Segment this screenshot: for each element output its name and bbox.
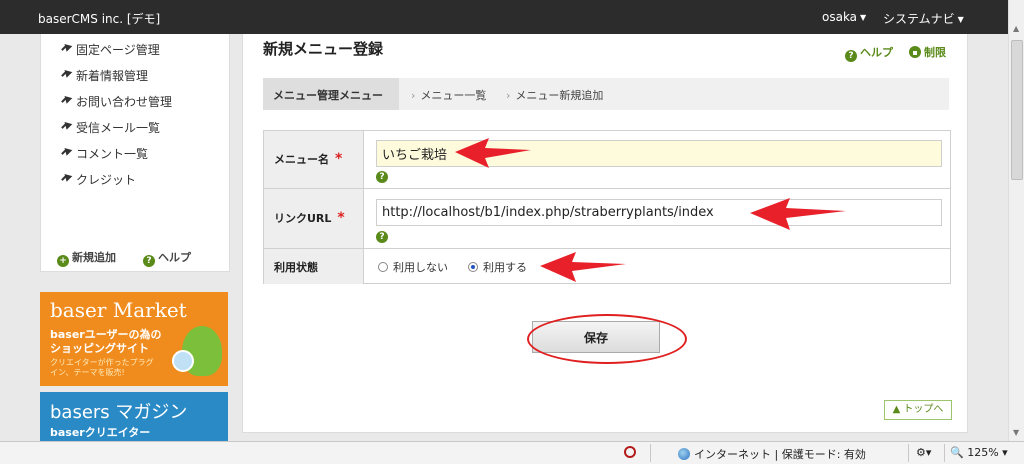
- sidebar-item-label: クレジット: [76, 173, 137, 187]
- sidebar: 固定ページ管理 新着情報管理 お問い合わせ管理 受信メール一覧 コメント一覧 ク…: [40, 34, 230, 272]
- sidebar-item-pages[interactable]: 固定ページ管理: [76, 41, 160, 58]
- menu-bar-title: メニュー管理メニュー: [263, 78, 399, 110]
- required-mark: *: [337, 210, 345, 226]
- banner-title: baser Market: [50, 298, 187, 322]
- system-nav-label: システムナビ: [883, 12, 955, 26]
- status-option-label: 利用しない: [393, 261, 448, 274]
- site-name-link[interactable]: baserCMS inc. [デモ]: [38, 10, 160, 27]
- scroll-up-icon[interactable]: ▲: [1013, 24, 1019, 33]
- name-label: メニュー名: [274, 153, 329, 166]
- zoom-level: 125%: [967, 446, 999, 459]
- baser-market-banner[interactable]: baser Market baserユーザーの為の ショッピングサイト クリエイ…: [40, 292, 228, 386]
- arrow-icon: [61, 94, 71, 104]
- browser-status-bar: インターネット | 保護モード: 有効 ⚙▾ 🔍 125% ▾: [0, 441, 1024, 464]
- save-button[interactable]: 保存: [532, 321, 660, 353]
- sidebar-item-label: 固定ページ管理: [76, 43, 160, 57]
- form-row-name: メニュー名 * ?: [264, 131, 950, 189]
- zoom-icon: 🔍: [950, 446, 964, 459]
- banner-line: baserクリエイター: [50, 426, 151, 439]
- menu-form-table: メニュー名 * ? リンクURL * ? 利用状態 利用しない 利用する: [263, 130, 951, 284]
- question-icon: ?: [845, 50, 857, 62]
- scrollbar-thumb[interactable]: [1011, 40, 1023, 180]
- arrow-icon: [61, 68, 71, 78]
- sidebar-item-comments[interactable]: コメント一覧: [76, 145, 148, 162]
- menu-add-link[interactable]: メニュー新規追加: [506, 87, 603, 103]
- menu-list-link[interactable]: メニュー一覧: [411, 87, 486, 103]
- arrow-icon: [61, 120, 71, 130]
- form-label-cell: リンクURL *: [264, 189, 364, 248]
- sidebar-item-label: お問い合わせ管理: [76, 95, 173, 109]
- globe-icon: [678, 448, 690, 460]
- user-name: osaka: [822, 10, 858, 24]
- menu-name-input[interactable]: [376, 140, 942, 167]
- help-link[interactable]: ? ヘルプ: [845, 44, 893, 62]
- restrict-label: 制限: [924, 46, 946, 59]
- settings-icon[interactable]: ⚙▾: [916, 446, 931, 459]
- form-label-cell: 利用状態: [264, 249, 364, 284]
- orb-icon: [172, 350, 194, 372]
- banner-title: basers マガジン: [50, 402, 188, 423]
- form-label-cell: メニュー名 *: [264, 131, 364, 188]
- help-label: ヘルプ: [860, 46, 893, 59]
- sidebar-item-mails[interactable]: 受信メール一覧: [76, 119, 160, 136]
- banner-line: ショッピングサイト: [50, 342, 149, 355]
- system-nav-menu[interactable]: システムナビ ▼: [883, 10, 964, 27]
- to-top-link[interactable]: ▲ トップへ: [884, 400, 952, 420]
- main-panel: 新規メニュー登録 ?ヘルプ 制限 メニュー管理メニュー メニュー一覧 メニュー新…: [242, 34, 968, 433]
- sidebar-item-label: コメント一覧: [76, 147, 149, 161]
- question-icon: ?: [143, 255, 155, 267]
- scroll-down-icon[interactable]: ▼: [1013, 428, 1019, 437]
- question-icon[interactable]: ?: [376, 171, 388, 183]
- restrict-link[interactable]: 制限: [909, 44, 946, 60]
- sidebar-help-label: ヘルプ: [158, 251, 191, 264]
- arrow-icon: [61, 172, 71, 182]
- arrow-icon: [61, 42, 71, 52]
- sidebar-item-news[interactable]: 新着情報管理: [76, 67, 148, 84]
- status-option-enabled[interactable]: 利用する: [468, 259, 527, 275]
- vertical-scrollbar[interactable]: ▲ ▼: [1008, 0, 1024, 441]
- plus-icon: +: [57, 255, 69, 267]
- lock-icon: [909, 46, 921, 58]
- status-divider: [650, 444, 651, 462]
- sidebar-add-link[interactable]: + 新規追加: [57, 249, 116, 267]
- status-label: 利用状態: [274, 261, 318, 274]
- url-label: リンクURL: [274, 212, 332, 225]
- status-option-disabled[interactable]: 利用しない: [378, 259, 448, 275]
- caret-down-icon: ▼: [957, 15, 964, 24]
- zone-indicator: インターネット | 保護モード: 有効: [678, 446, 866, 462]
- form-row-status: 利用状態 利用しない 利用する: [264, 249, 950, 284]
- zone-text: インターネット | 保護モード: 有効: [694, 448, 866, 461]
- caret-down-icon: ▼: [860, 13, 867, 22]
- status-divider: [908, 444, 909, 462]
- sidebar-item-label: 受信メール一覧: [76, 121, 161, 135]
- status-divider: [944, 444, 945, 462]
- top-bar: baserCMS inc. [デモ] osaka ▼ システムナビ ▼: [0, 0, 1008, 34]
- sidebar-add-label: 新規追加: [72, 251, 116, 264]
- radio-checked-icon: [468, 262, 478, 272]
- radio-unchecked-icon: [378, 262, 388, 272]
- security-shield-icon[interactable]: [624, 446, 636, 459]
- user-menu[interactable]: osaka ▼: [822, 10, 866, 24]
- zoom-control[interactable]: 🔍 125% ▾: [950, 446, 1008, 459]
- sidebar-help-link[interactable]: ? ヘルプ: [143, 249, 191, 267]
- link-url-input[interactable]: [376, 199, 942, 226]
- required-mark: *: [335, 151, 343, 167]
- basers-magazine-banner[interactable]: basers マガジン baserクリエイター: [40, 392, 228, 441]
- sidebar-item-contact[interactable]: お問い合わせ管理: [76, 93, 172, 110]
- content-menu-bar: メニュー管理メニュー メニュー一覧 メニュー新規追加: [263, 78, 949, 110]
- status-option-label: 利用する: [483, 261, 527, 274]
- question-icon[interactable]: ?: [376, 231, 388, 243]
- sidebar-item-credits[interactable]: クレジット: [76, 171, 136, 188]
- banner-subtext: クリエイターが作ったプラグイン、テーマを販売!: [50, 358, 154, 377]
- sidebar-item-label: 新着情報管理: [76, 69, 149, 83]
- form-row-url: リンクURL * ?: [264, 189, 950, 249]
- page-title: 新規メニュー登録: [263, 40, 384, 58]
- arrow-icon: [61, 146, 71, 156]
